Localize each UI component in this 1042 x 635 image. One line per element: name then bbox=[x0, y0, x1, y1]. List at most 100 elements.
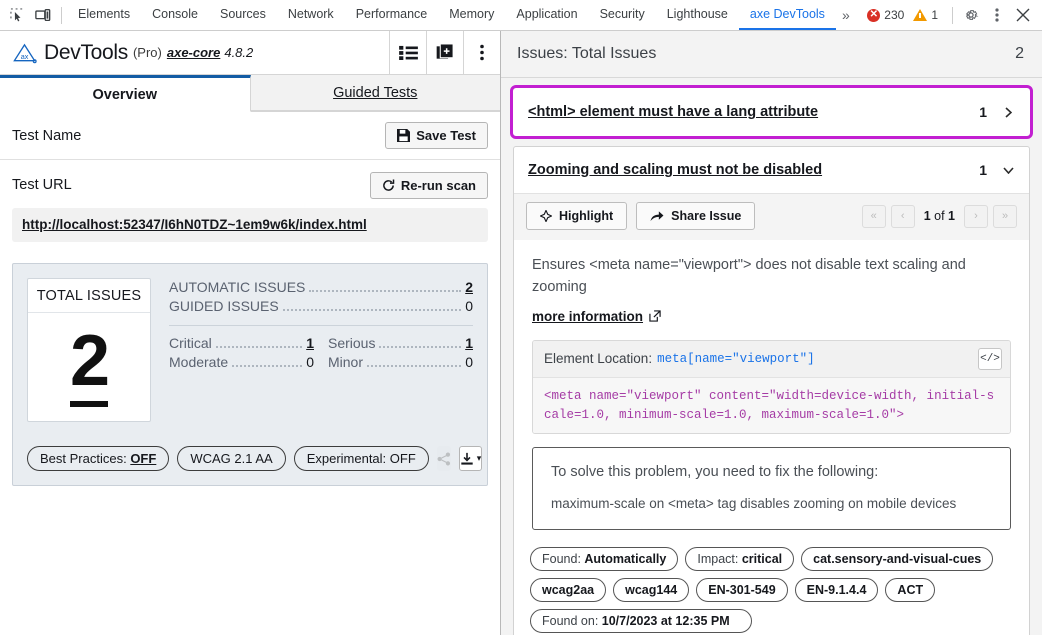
pager-last-button[interactable]: » bbox=[993, 204, 1017, 228]
gear-icon[interactable] bbox=[958, 2, 984, 28]
tab-sources[interactable]: Sources bbox=[209, 0, 277, 30]
options-row: Best Practices: OFF WCAG 2.1 AA Experime… bbox=[13, 434, 487, 485]
test-url-wrap: http://localhost:52347/I6hN0TDZ~1em9w6k/… bbox=[0, 204, 500, 255]
axe-title: DevTools bbox=[44, 40, 128, 64]
stat-serious: Serious 1 bbox=[328, 334, 473, 353]
test-url-link[interactable]: http://localhost:52347/I6hN0TDZ~1em9w6k/… bbox=[22, 217, 367, 232]
tab-application[interactable]: Application bbox=[505, 0, 588, 30]
refresh-icon bbox=[382, 179, 395, 192]
kebab-menu-icon[interactable] bbox=[463, 31, 500, 74]
status-divider bbox=[952, 6, 953, 24]
dot-leader bbox=[215, 346, 303, 348]
download-icon bbox=[460, 452, 474, 466]
stat-minor: Minor 0 bbox=[328, 353, 473, 372]
issues-list[interactable]: <html> element must have a lang attribut… bbox=[501, 78, 1042, 635]
error-badge[interactable]: ✕ 230 bbox=[867, 8, 907, 22]
issue-details: Ensures <meta name="viewport"> does not … bbox=[514, 240, 1029, 535]
stat-critical: Critical 1 bbox=[169, 334, 314, 353]
share-issue-button[interactable]: Share Issue bbox=[636, 202, 756, 230]
svg-text:ax: ax bbox=[21, 51, 29, 60]
highlight-button[interactable]: Highlight bbox=[526, 202, 628, 230]
chevron-down-icon[interactable] bbox=[1001, 166, 1015, 174]
download-button[interactable]: ▾ bbox=[458, 446, 483, 471]
solve-item: maximum-scale on <meta> tag disables zoo… bbox=[551, 496, 957, 512]
stats-separator bbox=[169, 325, 473, 326]
save-test-label: Save Test bbox=[416, 128, 476, 143]
tag-en-9-1-4-4: EN-9.1.4.4 bbox=[794, 578, 879, 603]
total-issues-value: 2 bbox=[69, 319, 110, 407]
test-name-row: Test Name Save Test bbox=[0, 112, 500, 160]
issue-card-body: Highlight Share Issue « ‹ 1 of 1 › » Ens… bbox=[514, 193, 1029, 635]
error-icon: ✕ bbox=[867, 8, 881, 22]
pager-first-button[interactable]: « bbox=[861, 204, 886, 228]
device-toolbar-icon[interactable] bbox=[30, 2, 56, 28]
list-view-icon[interactable] bbox=[389, 31, 426, 74]
view-source-icon[interactable]: </> bbox=[978, 347, 1002, 370]
tab-elements[interactable]: Elements bbox=[67, 0, 141, 30]
dot-leader bbox=[232, 365, 303, 367]
solve-title: To solve this problem, you need to fix t… bbox=[551, 464, 879, 481]
axe-core-version: 4.8.2 bbox=[224, 45, 254, 60]
inspect-element-icon[interactable] bbox=[4, 2, 30, 28]
save-test-button[interactable]: Save Test bbox=[385, 122, 488, 149]
issue-count: 1 bbox=[979, 104, 987, 120]
issues-stats: AUTOMATIC ISSUES 2 GUIDED ISSUES 0 Criti… bbox=[151, 278, 473, 422]
tag-found-on: Found on: 10/7/2023 at 12:35 PM bbox=[530, 609, 752, 634]
element-location-selector: meta[name="viewport"] bbox=[657, 351, 815, 366]
highlight-label: Highlight bbox=[559, 209, 614, 223]
tab-security[interactable]: Security bbox=[589, 0, 656, 30]
tab-overview[interactable]: Overview bbox=[0, 75, 251, 112]
stat-label: Critical bbox=[169, 335, 212, 351]
issues-summary-inner: TOTAL ISSUES 2 AUTOMATIC ISSUES 2 GUIDED… bbox=[13, 264, 487, 434]
error-count: 230 bbox=[884, 8, 905, 22]
external-link-icon bbox=[649, 310, 661, 323]
stat-value: 0 bbox=[465, 354, 473, 370]
tab-guided-tests[interactable]: Guided Tests bbox=[250, 75, 500, 111]
stat-value[interactable]: 1 bbox=[465, 335, 473, 351]
stat-label: Moderate bbox=[169, 354, 229, 370]
tab-memory[interactable]: Memory bbox=[438, 0, 505, 30]
new-window-icon[interactable] bbox=[426, 31, 463, 74]
stat-label: Minor bbox=[328, 354, 364, 370]
total-divider bbox=[28, 312, 150, 313]
wcag-level-pill[interactable]: WCAG 2.1 AA bbox=[177, 446, 286, 471]
issue-card-header[interactable]: Zooming and scaling must not be disabled… bbox=[514, 147, 1029, 193]
test-url-row: Test URL Re-run scan bbox=[0, 160, 500, 204]
tag-value: EN-301-549 bbox=[708, 583, 776, 598]
warning-badge[interactable]: 1 bbox=[913, 8, 941, 22]
highlight-target-icon bbox=[540, 210, 552, 222]
issue-card-zooming-scaling[interactable]: Zooming and scaling must not be disabled… bbox=[513, 146, 1030, 635]
experimental-toggle[interactable]: Experimental: OFF bbox=[293, 446, 429, 471]
issue-card-lang-attribute[interactable]: <html> element must have a lang attribut… bbox=[510, 85, 1033, 139]
chevron-right-icon[interactable] bbox=[1001, 106, 1015, 118]
element-location-block: Element Location: meta[name="viewport"] … bbox=[532, 339, 1011, 435]
rerun-scan-label: Re-run scan bbox=[400, 177, 476, 193]
issues-summary-card: TOTAL ISSUES 2 AUTOMATIC ISSUES 2 GUIDED… bbox=[12, 263, 488, 486]
issue-toolbar: Highlight Share Issue « ‹ 1 of 1 › » bbox=[514, 193, 1029, 240]
pager-prev-button[interactable]: ‹ bbox=[890, 204, 915, 228]
close-icon[interactable] bbox=[1010, 2, 1036, 28]
stat-label: GUIDED ISSUES bbox=[169, 298, 279, 314]
rerun-scan-button[interactable]: Re-run scan bbox=[369, 171, 488, 199]
more-options-icon[interactable] bbox=[984, 2, 1010, 28]
tab-overflow-icon[interactable]: » bbox=[836, 7, 855, 23]
stat-moderate: Moderate 0 bbox=[169, 353, 314, 372]
issue-card-header[interactable]: <html> element must have a lang attribut… bbox=[514, 89, 1029, 135]
overview-pane: ax DevTools (Pro) axe-core 4.8.2 Overvie… bbox=[0, 31, 501, 635]
tag-value: cat.sensory-and-visual-cues bbox=[813, 552, 982, 567]
pager-next-button[interactable]: › bbox=[964, 204, 988, 228]
tab-network[interactable]: Network bbox=[277, 0, 345, 30]
best-practices-toggle[interactable]: Best Practices: OFF bbox=[27, 446, 170, 471]
tab-console[interactable]: Console bbox=[141, 0, 209, 30]
stat-value: 0 bbox=[306, 354, 314, 370]
stat-value[interactable]: 2 bbox=[465, 279, 473, 295]
tag-value: Automatically bbox=[584, 552, 667, 567]
issues-header-title: Issues: Total Issues bbox=[517, 45, 657, 62]
axe-core-link[interactable]: axe-core bbox=[167, 45, 220, 60]
tab-axe-devtools[interactable]: axe DevTools bbox=[738, 0, 836, 30]
tab-lighthouse[interactable]: Lighthouse bbox=[656, 0, 739, 30]
stat-value[interactable]: 1 bbox=[306, 335, 314, 351]
tab-performance[interactable]: Performance bbox=[345, 0, 439, 30]
download-caret-icon: ▾ bbox=[476, 453, 482, 463]
more-information-link[interactable]: more information bbox=[532, 309, 661, 324]
